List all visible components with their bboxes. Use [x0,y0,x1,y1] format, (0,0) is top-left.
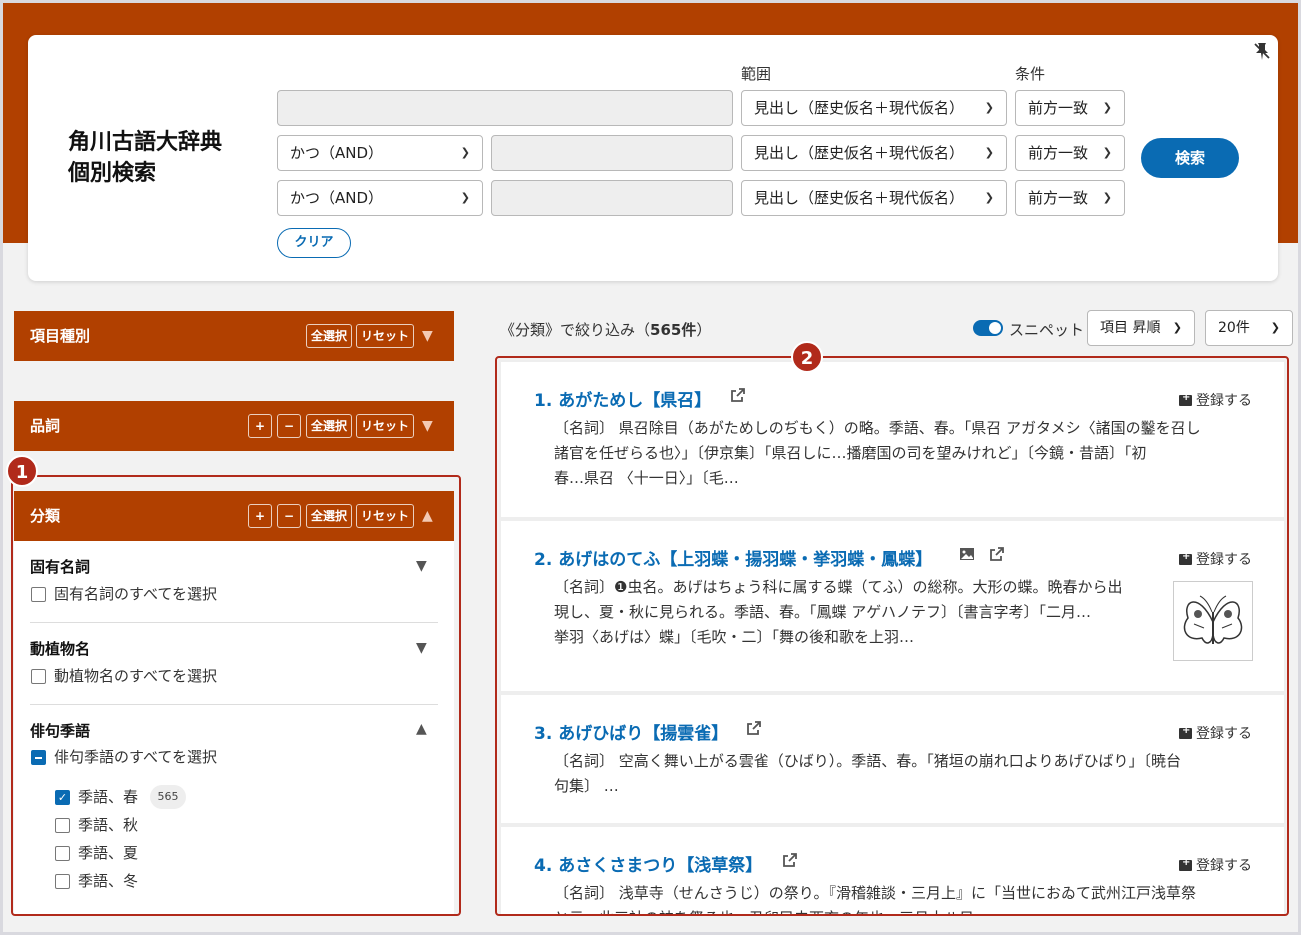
annotation-box-1 [11,475,461,916]
chevron-down-icon: ❯ [1270,321,1280,334]
app-frame: 角川古語大辞典 個別検索 範囲 条件 見出し（歴史仮名＋現代仮名） ❯ 前方一致 ❯… [0,0,1301,935]
chevron-down-icon: ❯ [984,101,994,114]
search-button[interactable]: 検索 [1141,138,1239,178]
range-label: 範囲 [741,65,772,83]
range-select-3[interactable]: 見出し（歴史仮名＋現代仮名） ❯ [741,180,1007,216]
facet-part-of-speech[interactable]: 品詞 + − 全選択 リセット ▼ [14,401,454,451]
search-mode-label: 個別検索 [68,161,157,186]
per-page-value: 20件 [1218,320,1250,336]
facet-title: 品詞 [30,417,61,435]
sort-select[interactable]: 項目 昇順 ❯ [1087,310,1195,346]
condition-select-value: 前方一致 [1028,144,1089,162]
filter-suffix: ） [696,321,712,339]
operator-select-3[interactable]: かつ（AND） ❯ [277,180,483,216]
range-select-value: 見出し（歴史仮名＋現代仮名） [754,144,965,162]
dictionary-title: 角川古語大辞典 個別検索 [68,127,222,189]
pin-icon[interactable] [1252,41,1272,61]
select-all-button[interactable]: 全選択 [306,324,352,348]
per-page-select[interactable]: 20件 ❯ [1205,310,1293,346]
facet-item-type[interactable]: 項目種別 全選択 リセット ▼ [14,311,454,361]
expand-triangle-icon[interactable]: ▼ [422,401,433,451]
collapse-all-button[interactable]: − [277,414,301,438]
facet-title: 項目種別 [30,327,91,345]
sort-select-value: 項目 昇順 [1100,320,1161,336]
condition-select-2[interactable]: 前方一致 ❯ [1015,135,1125,171]
range-select-1[interactable]: 見出し（歴史仮名＋現代仮名） ❯ [741,90,1007,126]
chevron-down-icon: ❯ [1102,101,1112,114]
chevron-down-icon: ❯ [984,191,994,204]
range-select-2[interactable]: 見出し（歴史仮名＋現代仮名） ❯ [741,135,1007,171]
filter-count: 565件 [650,321,697,339]
snippet-label: スニペット [1009,321,1085,339]
clear-button[interactable]: クリア [277,228,351,258]
reset-button[interactable]: リセット [356,324,414,348]
condition-select-value: 前方一致 [1028,189,1089,207]
snippet-toggle[interactable] [973,320,1003,336]
annotation-box-2 [495,356,1289,916]
chevron-down-icon: ❯ [1172,321,1182,334]
search-panel: 角川古語大辞典 個別検索 範囲 条件 見出し（歴史仮名＋現代仮名） ❯ 前方一致 ❯… [28,35,1278,281]
keyword-input-3[interactable] [491,180,733,216]
filter-summary: 《分類》で絞り込み（565件） [500,319,711,340]
dictionary-name: 角川古語大辞典 [68,130,223,155]
annotation-marker-2: 2 [791,341,823,373]
chevron-down-icon: ❯ [1102,191,1112,204]
expand-triangle-icon[interactable]: ▼ [422,311,433,361]
select-all-button[interactable]: 全選択 [306,414,352,438]
expand-all-button[interactable]: + [248,414,272,438]
chevron-down-icon: ❯ [460,146,470,159]
operator-select-value: かつ（AND） [290,144,384,162]
chevron-down-icon: ❯ [460,191,470,204]
reset-button[interactable]: リセット [356,414,414,438]
range-select-value: 見出し（歴史仮名＋現代仮名） [754,189,965,207]
chevron-down-icon: ❯ [1102,146,1112,159]
condition-select-value: 前方一致 [1028,99,1089,117]
operator-select-2[interactable]: かつ（AND） ❯ [277,135,483,171]
operator-select-value: かつ（AND） [290,189,384,207]
annotation-marker-1: 1 [6,455,38,487]
range-select-value: 見出し（歴史仮名＋現代仮名） [754,99,965,117]
condition-select-1[interactable]: 前方一致 ❯ [1015,90,1125,126]
chevron-down-icon: ❯ [984,146,994,159]
filter-prefix: 《分類》で絞り込み（ [500,321,651,339]
keyword-input-1[interactable] [277,90,733,126]
condition-label: 条件 [1015,65,1046,83]
keyword-input-2[interactable] [491,135,733,171]
condition-select-3[interactable]: 前方一致 ❯ [1015,180,1125,216]
